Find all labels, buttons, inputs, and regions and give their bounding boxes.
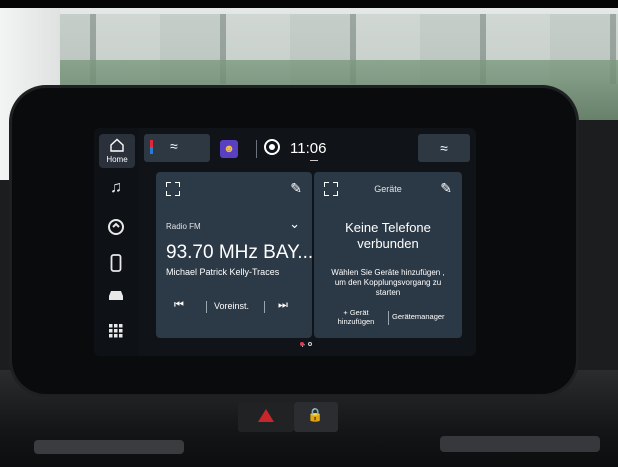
status-divider xyxy=(256,140,257,158)
pairing-hint-line: Wählen Sie Geräte hinzufügen , xyxy=(331,268,445,277)
seat-heat-left-icon: ≈ xyxy=(170,138,178,154)
radio-frequency: 93.70 MHz BAY... xyxy=(166,242,314,263)
device-actions: + Gerät hinzufügen Gerätemanager xyxy=(314,308,462,330)
page-indicator: + xyxy=(300,340,340,350)
radio-track: Michael Patrick Kelly-Traces xyxy=(166,267,280,277)
control-divider xyxy=(264,301,265,313)
clock: 11:06 xyxy=(290,140,327,157)
no-phones-title-line: verbunden xyxy=(357,236,419,251)
add-device-label: + Gerät xyxy=(343,308,369,317)
action-divider xyxy=(388,311,389,325)
car-icon[interactable] xyxy=(106,288,126,308)
expand-icon[interactable] xyxy=(166,182,180,196)
app-icon[interactable]: ☻ xyxy=(220,140,238,158)
pencil-icon[interactable]: ✎ xyxy=(290,180,302,197)
pencil-icon[interactable]: ✎ xyxy=(440,180,452,197)
status-bar: ≈ ☻ 11:06 ≈ xyxy=(138,128,476,168)
home-icon xyxy=(110,138,124,152)
home-label: Home xyxy=(106,155,128,164)
sidebar: Home ♫ xyxy=(94,128,138,356)
home-button[interactable]: Home xyxy=(99,134,135,168)
devices-card[interactable]: Geräte ✎ Keine Telefone verbunden Wählen… xyxy=(314,172,462,338)
pairing-hint-line: um den Kopplungsvorgang zu xyxy=(334,278,442,287)
radio-controls: ⏮ Voreinst. ⏭ xyxy=(156,297,312,317)
page-dot[interactable] xyxy=(308,342,312,346)
control-divider xyxy=(206,301,207,313)
next-button[interactable]: ⏭ xyxy=(278,299,288,312)
pairing-hint: Wählen Sie Geräte hinzufügen , um den Ko… xyxy=(320,268,456,298)
previous-button[interactable]: ⏮ xyxy=(174,299,184,312)
music-icon[interactable]: ♫ xyxy=(106,178,126,198)
phone-icon[interactable] xyxy=(106,254,126,274)
seat-heat-left-button[interactable]: ≈ xyxy=(144,134,210,162)
infotainment-screen: Home ♫ ≈ ☻ 11:06 ≈ ✎ Radio FM ⌄ 93.70 MH… xyxy=(94,128,476,356)
hazard-icon xyxy=(258,409,274,422)
navigation-icon[interactable] xyxy=(264,139,280,155)
no-phones-title-line: Keine Telefone xyxy=(345,220,431,235)
page-dot-active[interactable] xyxy=(300,342,304,346)
temperature-indicator xyxy=(150,140,153,154)
connected-apps-icon[interactable] xyxy=(106,218,126,238)
air-vent-right xyxy=(440,436,600,452)
apps-grid-icon[interactable] xyxy=(106,324,126,344)
chevron-down-icon[interactable]: ⌄ xyxy=(289,216,300,232)
device-manager-button[interactable]: Gerätemanager xyxy=(392,312,445,321)
clock-underline xyxy=(310,160,318,161)
no-phones-title: Keine Telefone verbunden xyxy=(314,220,462,252)
radio-source: Radio FM xyxy=(166,222,201,231)
seat-heat-right-icon[interactable]: ≈ xyxy=(418,134,470,162)
lock-icon: 🔒 xyxy=(307,407,324,422)
add-device-label: hinzufügen xyxy=(337,317,375,326)
presets-button[interactable]: Voreinst. xyxy=(214,301,249,311)
pairing-hint-line: starten xyxy=(375,288,401,297)
add-device-button[interactable]: + Gerät hinzufügen xyxy=(328,308,384,326)
add-page-icon[interactable]: + xyxy=(300,340,340,350)
background-top-bar xyxy=(0,0,618,8)
air-vent-left xyxy=(34,440,184,454)
radio-card[interactable]: ✎ Radio FM ⌄ 93.70 MHz BAY... Michael Pa… xyxy=(156,172,314,338)
